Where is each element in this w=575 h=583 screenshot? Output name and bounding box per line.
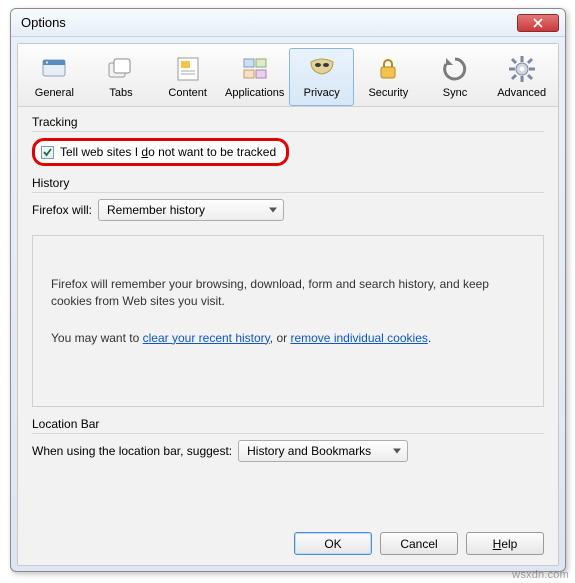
titlebar: Options [11, 9, 565, 37]
tab-content[interactable]: Content [155, 48, 220, 106]
window-close-button[interactable] [517, 14, 559, 32]
history-description: Firefox will remember your browsing, dow… [51, 276, 525, 310]
history-hint: You may want to clear your recent histor… [51, 330, 525, 347]
dnt-highlight: Tell web sites I do not want to be track… [32, 138, 289, 166]
tab-advanced[interactable]: Advanced [489, 48, 554, 106]
security-lock-icon [372, 53, 404, 85]
tab-label: Advanced [497, 87, 546, 99]
tab-applications[interactable]: Applications [222, 48, 287, 106]
clear-history-link[interactable]: clear your recent history [143, 331, 270, 345]
category-toolbar: General Tabs Content Applications [18, 44, 558, 107]
tab-label: Tabs [109, 87, 132, 99]
applications-icon [239, 53, 271, 85]
cancel-button[interactable]: Cancel [380, 532, 458, 555]
tab-label: Content [168, 87, 207, 99]
locationbar-suggest-value: History and Bookmarks [247, 444, 371, 458]
dnt-checkbox[interactable] [41, 146, 54, 159]
options-window: Options General Tabs Cont [10, 8, 566, 572]
advanced-gear-icon [506, 53, 538, 85]
locationbar-suggest-select[interactable]: History and Bookmarks [238, 440, 408, 462]
tab-privacy[interactable]: Privacy [289, 48, 354, 106]
locationbar-legend: Location Bar [32, 417, 544, 431]
tab-security[interactable]: Security [356, 48, 421, 106]
history-mode-value: Remember history [107, 203, 205, 217]
dnt-label: Tell web sites I do not want to be track… [60, 145, 276, 159]
tracking-legend: Tracking [32, 115, 544, 129]
privacy-panel: Tracking Tell web sites I do not want to… [18, 107, 558, 472]
tab-tabs[interactable]: Tabs [89, 48, 154, 106]
dialog-button-bar: OK Cancel Help [294, 532, 544, 555]
ok-button[interactable]: OK [294, 532, 372, 555]
history-legend: History [32, 176, 544, 190]
locationbar-suggest-label: When using the location bar, suggest: [32, 444, 232, 458]
tab-label: Security [368, 87, 408, 99]
help-button[interactable]: Help [466, 532, 544, 555]
history-mode-select[interactable]: Remember history [98, 199, 284, 221]
remove-cookies-link[interactable]: remove individual cookies [290, 331, 427, 345]
tab-label: Privacy [304, 87, 340, 99]
content-pane: General Tabs Content Applications [17, 43, 559, 566]
content-icon [172, 53, 204, 85]
tab-label: Applications [225, 87, 284, 99]
sync-icon [439, 53, 471, 85]
tab-sync[interactable]: Sync [423, 48, 488, 106]
tabs-icon [105, 53, 137, 85]
window-title: Options [21, 15, 517, 30]
general-icon [38, 53, 70, 85]
privacy-mask-icon [306, 53, 338, 85]
history-mode-label: Firefox will: [32, 203, 92, 217]
tab-general[interactable]: General [22, 48, 87, 106]
tab-label: Sync [443, 87, 467, 99]
history-info-box: Firefox will remember your browsing, dow… [32, 235, 544, 407]
tab-label: General [35, 87, 74, 99]
